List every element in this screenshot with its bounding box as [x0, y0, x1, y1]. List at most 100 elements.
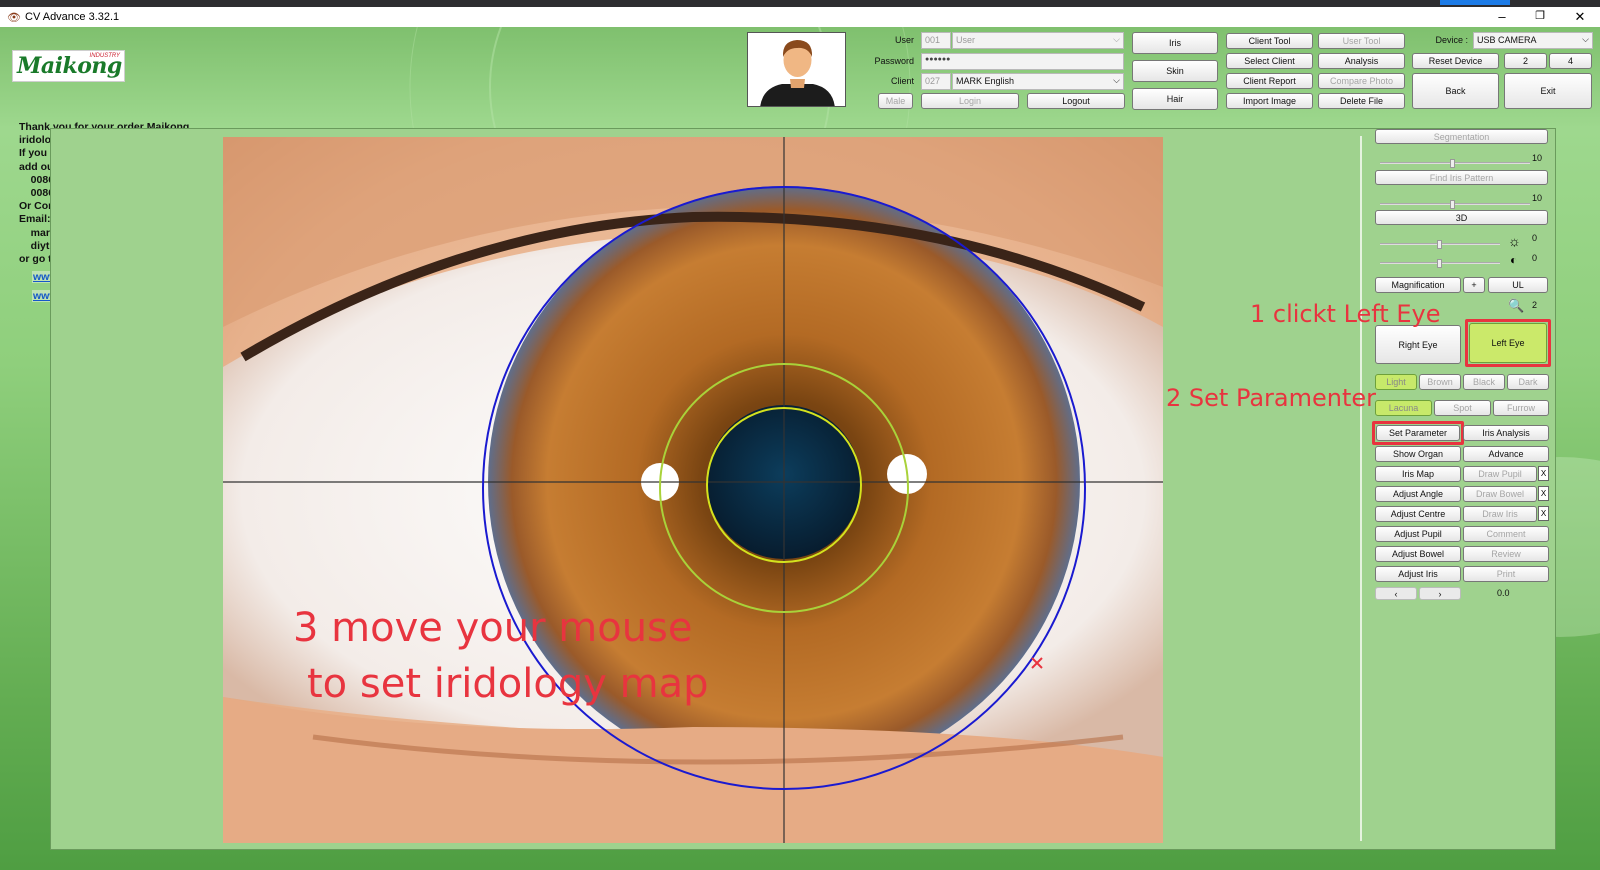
brightness-value: 0	[1532, 233, 1538, 243]
magnification-button[interactable]: Magnification	[1375, 277, 1461, 293]
print-button[interactable]: Print	[1463, 566, 1549, 582]
sun-icon: ☼	[1508, 233, 1521, 249]
eye-photo	[223, 137, 1163, 843]
device-select[interactable]: USB CAMERA ⌵	[1473, 32, 1593, 49]
annotation-step1: 1 clickt Left Eye	[1250, 300, 1441, 328]
chevron-down-icon: ⌵	[1113, 34, 1120, 44]
contrast-value: 0	[1532, 253, 1538, 263]
user-select-value: User	[956, 35, 976, 45]
restore-button[interactable]: ❐	[1530, 9, 1550, 22]
rotation-value: 0.0	[1497, 588, 1510, 598]
annotation-step2: 2 Set Paramenter	[1166, 384, 1377, 412]
lacuna-button[interactable]: Lacuna	[1375, 400, 1432, 416]
device-label: Device :	[1435, 35, 1468, 45]
import-image-button[interactable]: Import Image	[1226, 93, 1313, 109]
segmentation-button[interactable]: Segmentation	[1375, 129, 1548, 144]
hair-mode-button[interactable]: Hair	[1132, 88, 1218, 110]
brown-button[interactable]: Brown	[1419, 374, 1461, 390]
draw-bowel-button[interactable]: Draw Bowel	[1463, 486, 1537, 502]
iris-mode-button[interactable]: Iris	[1132, 32, 1218, 54]
window-title: CV Advance 3.32.1	[25, 11, 120, 23]
slider-knob[interactable]	[1450, 200, 1455, 209]
adjust-pupil-button[interactable]: Adjust Pupil	[1375, 526, 1461, 542]
client-select[interactable]: MARK English ⌵	[952, 73, 1124, 90]
rotate-right-button[interactable]: ›	[1419, 587, 1461, 600]
skin-mode-button[interactable]: Skin	[1132, 60, 1218, 82]
light-button[interactable]: Light	[1375, 374, 1417, 390]
3d-button[interactable]: 3D	[1375, 210, 1548, 225]
draw-pupil-button[interactable]: Draw Pupil	[1463, 466, 1537, 482]
set-parameter-button[interactable]: Set Parameter	[1376, 425, 1460, 441]
find-iris-value: 10	[1532, 193, 1543, 203]
select-client-button[interactable]: Select Client	[1226, 53, 1313, 69]
iris-map-button[interactable]: Iris Map	[1375, 466, 1461, 482]
user-label: User	[894, 35, 914, 45]
device-option-2-button[interactable]: 2	[1504, 53, 1547, 69]
user-avatar	[747, 32, 846, 107]
furrow-button[interactable]: Furrow	[1493, 400, 1549, 416]
draw-pupil-clear-button[interactable]: X	[1538, 466, 1549, 481]
advance-button[interactable]: Advance	[1463, 446, 1549, 462]
user-select[interactable]: User ⌵	[952, 32, 1124, 49]
adjust-iris-button[interactable]: Adjust Iris	[1375, 566, 1461, 582]
client-tool-button[interactable]: Client Tool	[1226, 33, 1313, 49]
right-eye-button[interactable]: Right Eye	[1375, 325, 1461, 364]
black-button[interactable]: Black	[1463, 374, 1505, 390]
gender-button[interactable]: Male	[878, 93, 913, 109]
slider-knob[interactable]	[1437, 259, 1442, 268]
comment-button[interactable]: Comment	[1463, 526, 1549, 542]
app-icon: 👁	[7, 12, 21, 24]
minimize-button[interactable]: –	[1492, 9, 1512, 24]
slider-knob[interactable]	[1450, 159, 1455, 168]
find-iris-slider[interactable]	[1380, 200, 1530, 209]
contrast-icon: ◐	[1510, 253, 1518, 267]
user-id-field[interactable]: 001	[921, 32, 951, 49]
rotate-left-button[interactable]: ‹	[1375, 587, 1417, 600]
password-label: Password	[874, 56, 914, 66]
logo-tag: INDUSTRY	[89, 53, 120, 59]
dark-button[interactable]: Dark	[1507, 374, 1549, 390]
left-eye-button[interactable]: Left Eye	[1469, 323, 1547, 363]
ul-button[interactable]: UL	[1488, 277, 1548, 293]
client-report-button[interactable]: Client Report	[1226, 73, 1313, 89]
eye-image-view[interactable]	[223, 137, 1163, 843]
exit-button[interactable]: Exit	[1504, 73, 1592, 109]
brand-logo: Maikong INDUSTRY	[12, 50, 125, 82]
slider-knob[interactable]	[1437, 240, 1442, 249]
password-field[interactable]: ●●●●●●	[921, 53, 1124, 70]
adjust-angle-button[interactable]: Adjust Angle	[1375, 486, 1461, 502]
adjust-centre-button[interactable]: Adjust Centre	[1375, 506, 1461, 522]
client-id-field[interactable]: 027	[921, 73, 951, 90]
draw-iris-clear-button[interactable]: X	[1538, 506, 1549, 521]
top-strip	[0, 0, 1600, 7]
user-tool-button[interactable]: User Tool	[1318, 33, 1405, 49]
magnifier-icon: 🔍	[1508, 298, 1525, 313]
compare-photo-button[interactable]: Compare Photo	[1318, 73, 1405, 89]
analysis-button[interactable]: Analysis	[1318, 53, 1405, 69]
spot-button[interactable]: Spot	[1434, 400, 1491, 416]
show-organ-button[interactable]: Show Organ	[1375, 446, 1461, 462]
title-bar: 👁 CV Advance 3.32.1 – ❐ ✕	[0, 7, 1600, 27]
delete-file-button[interactable]: Delete File	[1318, 93, 1405, 109]
login-button[interactable]: Login	[921, 93, 1019, 109]
close-button[interactable]: ✕	[1570, 9, 1590, 25]
contrast-slider[interactable]	[1380, 259, 1500, 268]
draw-iris-button[interactable]: Draw Iris	[1463, 506, 1537, 522]
iris-analysis-button[interactable]: Iris Analysis	[1463, 425, 1549, 441]
logout-button[interactable]: Logout	[1027, 93, 1125, 109]
reset-device-button[interactable]: Reset Device	[1412, 53, 1499, 69]
client-select-value: MARK English	[956, 76, 1015, 86]
device-option-4-button[interactable]: 4	[1549, 53, 1592, 69]
adjust-bowel-button[interactable]: Adjust Bowel	[1375, 546, 1461, 562]
review-button[interactable]: Review	[1463, 546, 1549, 562]
magnification-value: 2	[1532, 300, 1538, 310]
find-iris-pattern-button[interactable]: Find Iris Pattern	[1375, 170, 1548, 185]
draw-bowel-clear-button[interactable]: X	[1538, 486, 1549, 501]
chevron-down-icon: ⌵	[1582, 34, 1589, 44]
segmentation-slider[interactable]	[1380, 159, 1530, 168]
magnify-plus-button[interactable]: +	[1463, 277, 1485, 293]
annotation-step3-line2: to set iridology map	[307, 661, 709, 707]
brightness-slider[interactable]	[1380, 240, 1500, 249]
segmentation-value: 10	[1532, 153, 1543, 163]
back-button[interactable]: Back	[1412, 73, 1499, 109]
